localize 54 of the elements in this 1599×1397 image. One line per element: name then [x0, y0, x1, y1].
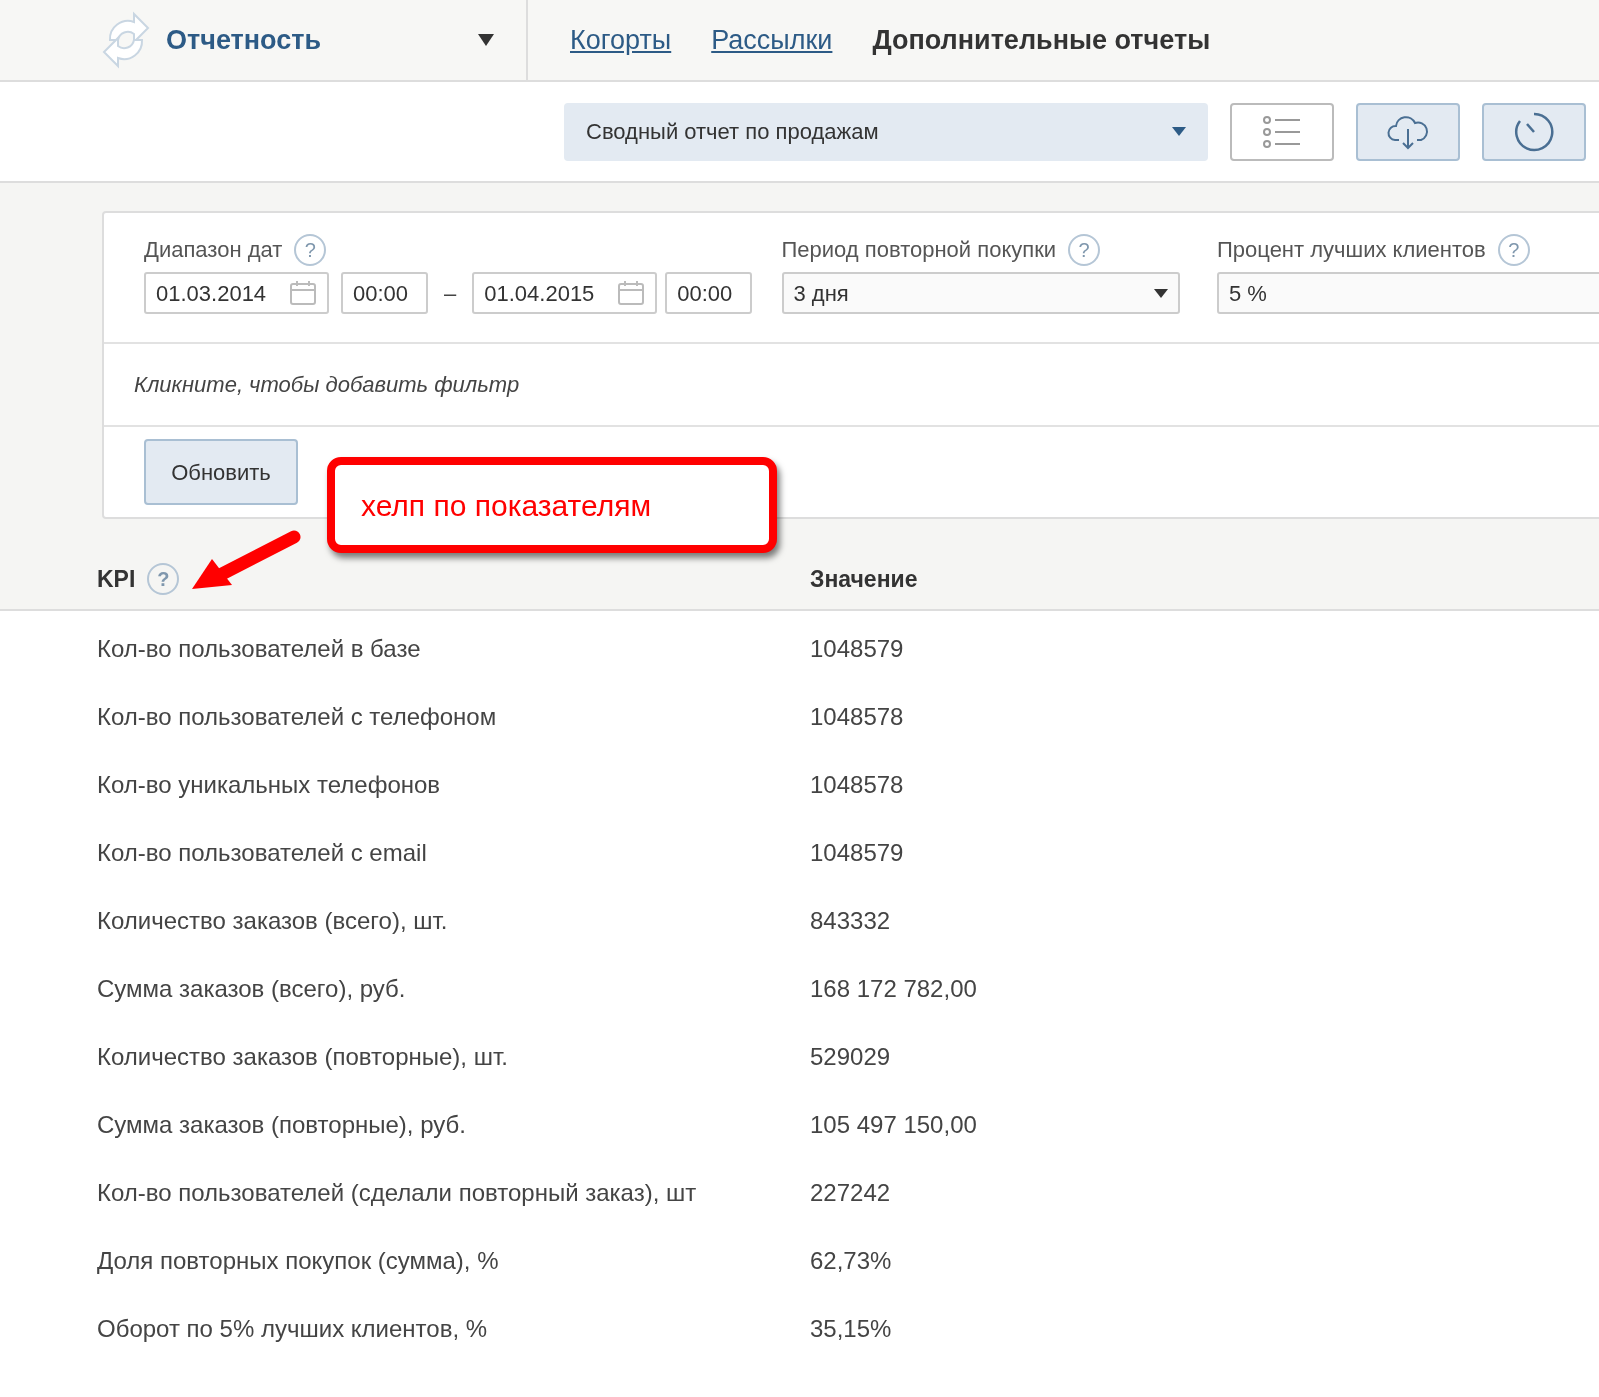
table-cell-text: Кол-во пользователей с телефоном	[97, 702, 497, 732]
nav-link-item[interactable]: Дополнительные отчеты	[872, 19, 1211, 61]
table-cell-text: Сумма заказов (повторные), руб.	[97, 1110, 466, 1140]
range-dash: –	[443, 279, 458, 308]
table-cell-text: Кол-во пользователей с email	[97, 838, 427, 868]
table-cell-text: 168 172 782,00	[810, 974, 977, 1004]
table-cell-text: Доля повторных покупок (сумма), %	[97, 1246, 499, 1276]
table-cell-text: 105 497 150,00	[810, 1110, 977, 1140]
table-cell-text: 1048578	[810, 770, 904, 800]
caret-icon	[1153, 288, 1168, 298]
download-button[interactable]	[1356, 102, 1460, 161]
date-field[interactable]: 01.03.2014	[144, 272, 329, 314]
list-button[interactable]	[1230, 102, 1334, 161]
list-icon	[1262, 114, 1302, 149]
caret-icon[interactable]	[478, 34, 494, 46]
table-cell-text: 843332	[810, 906, 891, 936]
percent-field[interactable]: 5 %	[1217, 272, 1599, 314]
table-cell-text: Оборот по 5% лучших клиентов, %	[97, 1314, 488, 1344]
caret-icon	[1172, 127, 1186, 136]
nav-link-item[interactable]: Когорты	[570, 19, 672, 61]
timer-icon	[1513, 110, 1555, 153]
period-select[interactable]: 3 дня	[781, 272, 1180, 314]
table-cell-text: 529029	[810, 1042, 891, 1072]
table-cell-text: 1048579	[810, 838, 904, 868]
calendar-icon	[617, 280, 646, 306]
field-label: Процент лучших клиентов	[1217, 236, 1486, 264]
time-field[interactable]: 00:00	[341, 272, 428, 314]
field-label: Период повторной покупки	[781, 236, 1057, 264]
calendar-icon	[289, 280, 317, 306]
logo-icon	[100, 10, 152, 70]
date-field[interactable]: 01.04.2015	[472, 272, 658, 314]
time-field[interactable]: 00:00	[665, 272, 753, 314]
column-header: Значение	[810, 564, 918, 594]
table-cell-text: 227242	[810, 1178, 891, 1208]
table-cell-text: 35,15%	[810, 1314, 892, 1344]
table-cell-text: Кол-во пользователей (сделали повторный заказ), шт	[97, 1178, 697, 1208]
report-select[interactable]: Сводный отчет по продажам	[564, 102, 1208, 161]
field-label: Диапазон дат	[144, 236, 283, 264]
nav-link-item[interactable]: Рассылки	[711, 19, 833, 61]
column-header: KPI	[97, 564, 136, 594]
table-cell-text: Сумма заказов (всего), руб.	[97, 974, 406, 1004]
add-filter-link[interactable]: Кликните, чтобы добавить фильтр	[104, 344, 1599, 427]
cloud-download-icon	[1387, 113, 1429, 150]
table-cell-text: Количество заказов (повторные), шт.	[97, 1042, 508, 1072]
table-cell-text: 1048578	[810, 702, 904, 732]
section-title: Отчетность	[166, 23, 322, 57]
table-cell-text: Кол-во пользователей в базе	[97, 634, 421, 664]
table-cell-text: Кол-во уникальных телефонов	[97, 770, 441, 800]
table-cell-text: Количество заказов (всего), шт.	[97, 906, 448, 936]
timer-button[interactable]	[1482, 102, 1586, 161]
refresh-button[interactable]: Обновить	[144, 439, 298, 505]
table-cell-text: 62,73%	[810, 1246, 892, 1276]
callout-text: хелп по показателям	[361, 487, 651, 524]
table-cell-text: 1048579	[810, 634, 904, 664]
